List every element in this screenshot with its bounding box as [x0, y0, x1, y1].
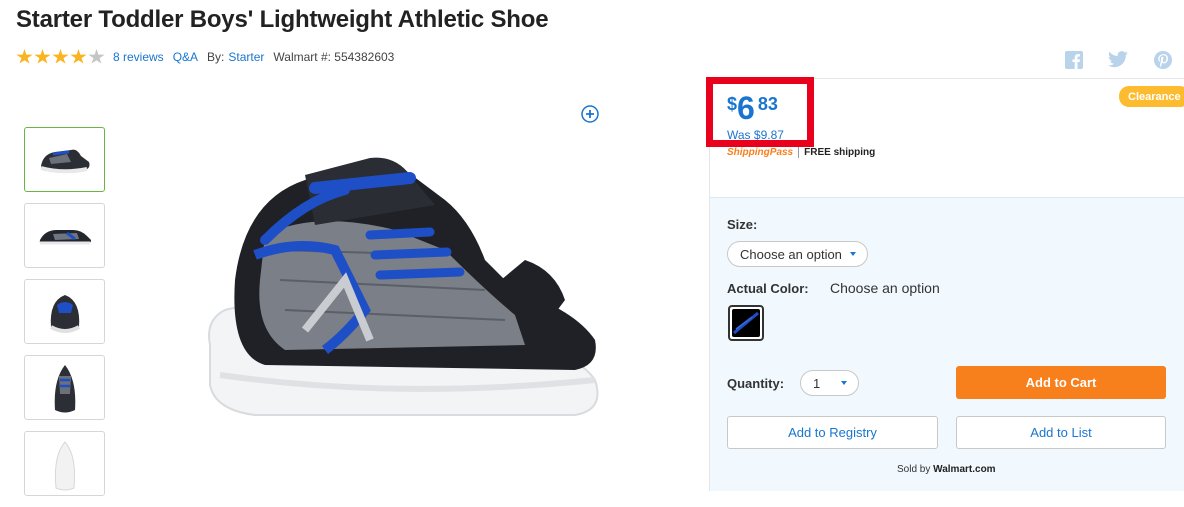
qa-link[interactable]: Q&A: [173, 50, 198, 64]
star-icon: [16, 49, 33, 64]
size-label: Size:: [727, 217, 758, 232]
star-icon: [34, 49, 51, 64]
price-highlight-box: [706, 77, 814, 147]
twitter-icon[interactable]: [1107, 49, 1129, 71]
pinterest-icon[interactable]: [1152, 49, 1174, 71]
product-meta-row: 8 reviews Q&A By: Starter Walmart #: 554…: [16, 48, 394, 66]
chevron-down-icon: [850, 252, 856, 256]
quantity-select[interactable]: 1: [800, 370, 859, 396]
by-label: By:: [207, 50, 225, 64]
shipping-info: ShippingPass FREE shipping: [727, 147, 875, 158]
swatch-image: [732, 309, 760, 337]
divider: [798, 147, 800, 158]
add-to-cart-button[interactable]: Add to Cart: [956, 366, 1166, 399]
size-select[interactable]: Choose an option: [727, 241, 868, 267]
size-select-value: Choose an option: [740, 246, 842, 262]
brand-link[interactable]: Starter: [228, 50, 264, 64]
thumbnail-4[interactable]: [24, 355, 105, 420]
sold-by-label: Sold by: [897, 464, 934, 475]
color-swatch[interactable]: [728, 305, 764, 341]
chevron-down-icon: [841, 381, 847, 385]
color-label: Actual Color:: [727, 281, 809, 296]
star-icon: [70, 49, 87, 64]
seller-name[interactable]: Walmart.com: [933, 464, 995, 475]
zoom-in-icon[interactable]: [580, 104, 600, 124]
facebook-icon[interactable]: [1063, 49, 1085, 71]
walmart-number: Walmart #: 554382603: [273, 50, 395, 64]
product-title: Starter Toddler Boys' Lightweight Athlet…: [16, 6, 549, 33]
add-to-registry-button[interactable]: Add to Registry: [727, 416, 938, 449]
rating-stars[interactable]: [16, 49, 105, 65]
thumbnail-3[interactable]: [24, 279, 105, 344]
reviews-link[interactable]: 8 reviews: [113, 50, 164, 64]
free-shipping-text: FREE shipping: [804, 147, 876, 158]
sold-by: Sold by Walmart.com: [897, 464, 996, 475]
star-icon: [52, 49, 69, 64]
thumbnail-2[interactable]: [24, 203, 105, 268]
add-to-list-button[interactable]: Add to List: [956, 416, 1166, 449]
thumbnail-5[interactable]: [24, 431, 105, 496]
thumbnail-1[interactable]: [24, 127, 105, 192]
clearance-badge: Clearance: [1119, 86, 1184, 107]
quantity-label: Quantity:: [727, 376, 785, 391]
main-product-image[interactable]: [195, 140, 615, 440]
quantity-value: 1: [813, 375, 821, 391]
color-value: Choose an option: [830, 280, 940, 296]
star-icon: [88, 49, 105, 64]
shipping-pass-logo: ShippingPass: [727, 147, 794, 158]
thumbnail-list: [24, 127, 105, 507]
